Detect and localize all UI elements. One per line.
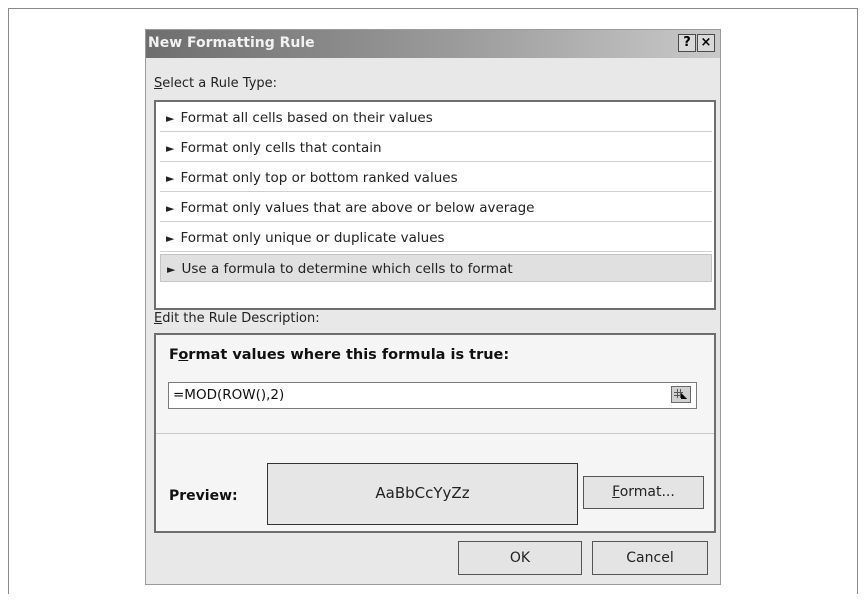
close-button[interactable]: × [697,34,715,52]
rule-type-item-cells-contain[interactable]: ► Format only cells that contain [160,134,712,162]
help-button[interactable]: ? [678,34,696,52]
rule-type-item-top-bottom[interactable]: ► Format only top or bottom ranked values [160,164,712,192]
rule-type-item-label: Format only unique or duplicate values [180,230,445,246]
rule-description-panel: Format values where this formula is true… [154,333,716,533]
formula-heading-rest: rmat values where this formula is true: [188,347,510,363]
rule-type-item-label: Format only top or bottom ranked values [180,170,458,186]
arrow-right-icon: ► [166,142,175,155]
rule-type-item-use-formula[interactable]: ► Use a formula to determine which cells … [160,254,712,282]
arrow-right-icon: ► [166,232,175,245]
rule-type-item-label: Format only values that are above or bel… [180,200,535,216]
rule-description-label: Edit the Rule Description: [154,311,320,326]
cancel-button[interactable]: Cancel [592,541,708,575]
format-button-rest: ormat... [619,484,675,500]
rule-type-item-label: Format only cells that contain [180,140,382,156]
rule-description-label-accel: E [154,311,163,326]
ok-button[interactable]: OK [458,541,582,575]
rule-type-item-all-values[interactable]: ► Format all cells based on their values [160,104,712,132]
rule-description-label-rest: dit the Rule Description: [162,311,320,326]
rule-type-label-rest: elect a Rule Type: [162,76,278,91]
dialog-title: New Formatting Rule [148,35,315,51]
new-formatting-rule-dialog: New Formatting Rule ? × Select a Rule Ty… [145,29,721,585]
rule-type-label: Select a Rule Type: [154,76,277,91]
range-arrow-icon: ◣ [681,391,688,400]
arrow-right-icon: ► [166,112,175,125]
rule-type-item-above-below-average[interactable]: ► Format only values that are above or be… [160,194,712,222]
formula-input[interactable]: =MOD(ROW(),2) [168,382,697,409]
rule-type-item-label: Use a formula to determine which cells t… [181,261,513,277]
rule-type-item-unique-duplicate[interactable]: ► Format only unique or duplicate values [160,224,712,252]
formula-heading-accel: o [178,347,189,363]
format-button[interactable]: Format... [583,476,704,509]
preview-sample: AaBbCcYyZz [267,463,578,525]
formula-heading-pre: F [169,347,179,363]
format-button-accel: F [612,484,620,500]
formula-heading: Format values where this formula is true… [169,347,509,363]
description-divider [156,433,714,434]
rule-type-item-label: Format all cells based on their values [180,110,433,126]
title-bar: New Formatting Rule ? × [146,30,720,58]
arrow-right-icon: ► [166,202,175,215]
range-select-icon[interactable]: ◣ [671,386,691,403]
rule-type-list[interactable]: ► Format all cells based on their values … [154,100,716,310]
arrow-right-icon: ► [166,172,175,185]
preview-label: Preview: [169,488,238,504]
arrow-right-icon: ► [167,263,176,276]
